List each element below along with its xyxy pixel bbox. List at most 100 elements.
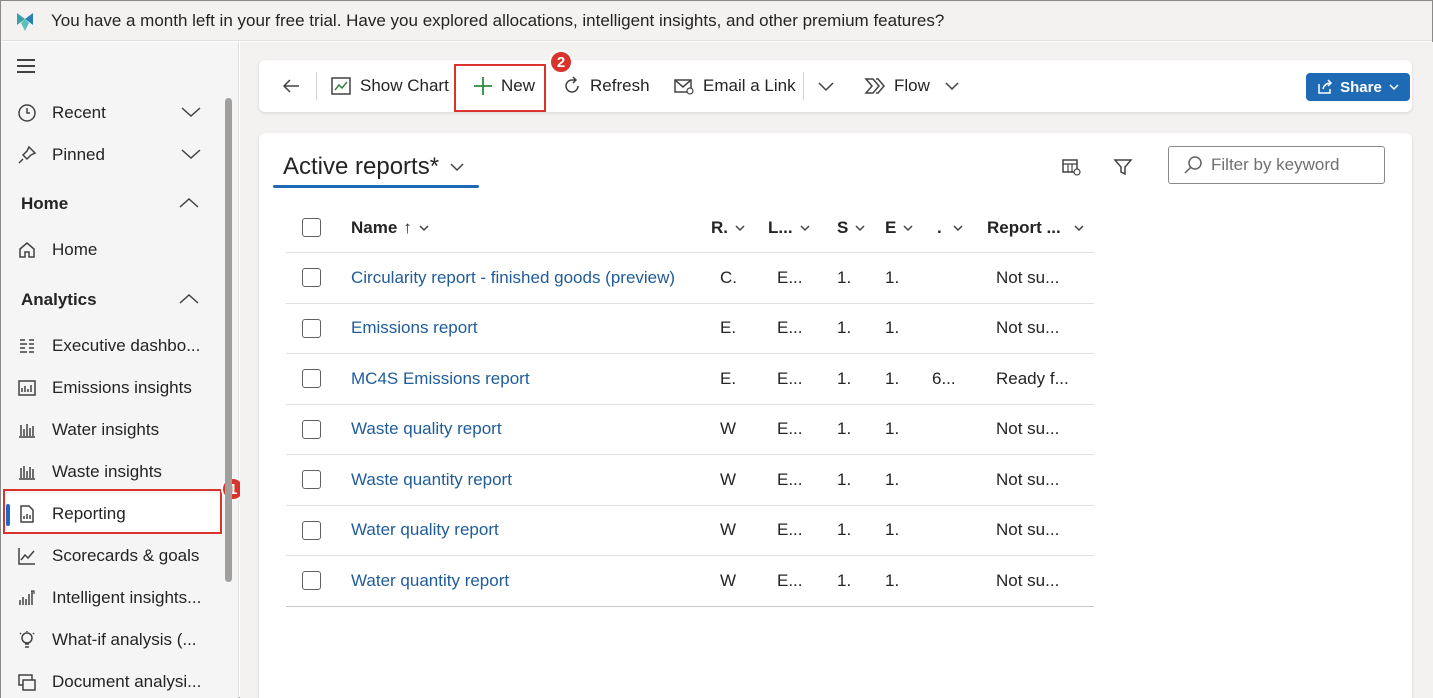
sidebar-item-recent[interactable]: Recent [1, 93, 223, 133]
sidebar-item-label: Intelligent insights... [52, 588, 202, 607]
column-header-extra[interactable]: . [937, 203, 964, 252]
row-checkbox-cell[interactable] [302, 304, 321, 354]
hamburger-menu-icon[interactable] [17, 59, 37, 75]
row-checkbox-cell[interactable] [302, 455, 321, 505]
sidebar-item-executive-dashboard[interactable]: Executive dashbo... [1, 326, 223, 366]
more-commands-button[interactable] [817, 60, 835, 112]
column-header-label: Report ... [987, 217, 1061, 237]
section-header-home[interactable]: Home [21, 194, 199, 214]
row-checkbox[interactable] [302, 369, 321, 389]
select-all-checkbox-cell[interactable] [302, 203, 321, 252]
report-name-link[interactable]: Waste quantity report [351, 455, 512, 505]
chevron-down-icon [855, 224, 865, 231]
table-row[interactable]: Circularity report - finished goods (pre… [286, 253, 1094, 304]
report-name-link[interactable]: Waste quality report [351, 405, 502, 455]
edit-columns-icon[interactable] [1061, 157, 1081, 177]
table-row[interactable]: Water quality report W E... 1. 1. Not su... [286, 506, 1094, 556]
row-checkbox[interactable] [302, 571, 321, 591]
clock-icon [16, 102, 38, 124]
table-row[interactable]: Waste quantity report W E... 1. 1. Not su... [286, 455, 1094, 506]
row-checkbox-cell[interactable] [302, 354, 321, 404]
row-checkbox-cell[interactable] [302, 556, 321, 606]
report-name-link[interactable]: Water quantity report [351, 556, 509, 606]
view-title: Active reports* [283, 153, 440, 180]
table-row[interactable]: MC4S Emissions report E. E... 1. 1. 6... Ready… [286, 354, 1094, 405]
grid-panel: Active reports* Filter by keyword Name ↑… [259, 133, 1412, 698]
chevron-down-icon [903, 224, 913, 231]
pin-icon [16, 144, 38, 166]
grid-header-row: Name ↑ R. L... S E . Report ... [286, 203, 1094, 253]
chevron-down-icon [419, 224, 429, 231]
sidebar-item-pinned[interactable]: Pinned [1, 135, 223, 175]
chevron-up-icon[interactable] [179, 196, 199, 210]
chevron-down-icon[interactable] [181, 147, 201, 161]
cell-e: 1. [885, 570, 900, 590]
email-link-button[interactable]: Email a Link [673, 60, 796, 112]
row-checkbox-cell[interactable] [302, 405, 321, 455]
cell-l: E... [777, 419, 803, 439]
refresh-button[interactable]: Refresh [562, 60, 650, 112]
flow-icon [864, 76, 886, 96]
view-underline [273, 185, 479, 188]
row-checkbox-cell[interactable] [302, 253, 321, 303]
app-logo-icon [17, 12, 33, 31]
select-all-checkbox[interactable] [302, 218, 321, 237]
cell-l: E... [777, 520, 803, 540]
bar-chart-icon [16, 461, 38, 483]
bar-chart-icon [16, 419, 38, 441]
cell-report-status: Not su... [996, 267, 1060, 287]
report-name-link[interactable]: Water quality report [351, 506, 499, 556]
filter-keyword-input[interactable]: Filter by keyword [1168, 146, 1385, 184]
sidebar-item-water-insights[interactable]: Water insights [1, 410, 223, 450]
email-link-label: Email a Link [703, 76, 796, 95]
row-checkbox[interactable] [302, 318, 321, 338]
column-header-name[interactable]: Name ↑ [351, 203, 430, 252]
sidebar-item-what-if-analysis[interactable]: What-if analysis (... [1, 620, 223, 660]
filter-icon[interactable] [1113, 157, 1133, 177]
cell-r: E. [720, 368, 737, 388]
sidebar-item-waste-insights[interactable]: Waste insights [1, 452, 223, 492]
chevron-down-icon[interactable] [181, 105, 201, 119]
table-row[interactable]: Emissions report E. E... 1. 1. Not su... [286, 304, 1094, 354]
flow-button[interactable]: Flow [864, 60, 960, 112]
column-header-report-status[interactable]: Report ... [987, 203, 1085, 252]
filter-placeholder: Filter by keyword [1211, 155, 1340, 174]
report-name-link[interactable]: Emissions report [351, 304, 478, 354]
chevron-down-icon[interactable] [944, 80, 960, 92]
row-checkbox[interactable] [302, 268, 321, 288]
chevron-up-icon[interactable] [179, 292, 199, 306]
sidebar-item-scorecards-goals[interactable]: Scorecards & goals [1, 536, 223, 576]
column-header-l[interactable]: L... [768, 203, 811, 252]
sidebar-item-home[interactable]: Home [1, 230, 223, 270]
column-header-r[interactable]: R. [711, 203, 746, 252]
toolbar-divider [803, 72, 804, 100]
cell-e: 1. [885, 267, 900, 287]
column-header-label: . [937, 217, 942, 237]
command-bar: Show Chart New 2 Refresh Email a Link Fl… [259, 50, 1412, 112]
cell-l: E... [777, 368, 803, 388]
row-checkbox[interactable] [302, 520, 321, 540]
sidebar-item-intelligent-insights[interactable]: Intelligent insights... [1, 578, 223, 618]
back-button[interactable] [281, 60, 301, 112]
sidebar-item-document-analysis[interactable]: Document analysi... [1, 662, 223, 698]
report-name-link[interactable]: MC4S Emissions report [351, 354, 530, 404]
column-header-label: L... [768, 217, 793, 237]
section-header-analytics[interactable]: Analytics [21, 290, 199, 310]
table-row[interactable]: Water quantity report W E... 1. 1. Not su... [286, 556, 1094, 607]
column-header-e[interactable]: E [885, 203, 914, 252]
report-name-link[interactable]: Circularity report - finished goods (pre… [351, 253, 675, 303]
show-chart-button[interactable]: Show Chart [330, 60, 449, 112]
sidebar-scrollbar[interactable] [225, 98, 232, 582]
table-row[interactable]: Waste quality report W E... 1. 1. Not su... [286, 405, 1094, 455]
row-checkbox[interactable] [302, 419, 321, 439]
column-header-s[interactable]: S [837, 203, 866, 252]
line-chart-icon [16, 545, 38, 567]
cell-r: W [720, 469, 737, 489]
cell-report-status: Not su... [996, 419, 1060, 439]
sidebar-item-emissions-insights[interactable]: Emissions insights [1, 368, 223, 408]
view-selector[interactable]: Active reports* [283, 153, 465, 181]
cell-r: E. [720, 318, 737, 338]
share-button[interactable]: Share [1306, 73, 1410, 101]
row-checkbox[interactable] [302, 470, 321, 490]
row-checkbox-cell[interactable] [302, 506, 321, 556]
